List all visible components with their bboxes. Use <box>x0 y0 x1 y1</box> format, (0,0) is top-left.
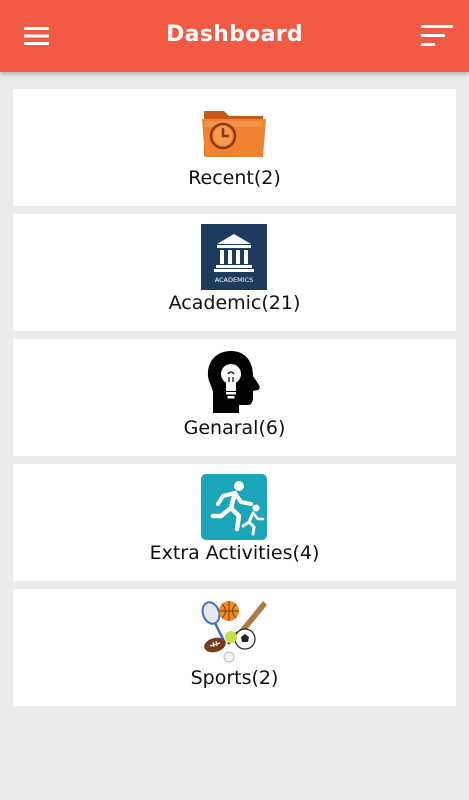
card-label-extra-activities: Extra Activities(4) <box>149 542 320 564</box>
app-bar: Dashboard <box>0 0 469 72</box>
card-extra-activities[interactable]: Extra Activities(4) <box>13 464 456 581</box>
card-sports[interactable]: Sports(2) <box>13 589 456 706</box>
running-figures-icon <box>201 474 267 540</box>
card-recent[interactable]: Recent(2) <box>13 89 456 206</box>
academics-icon-text: ACADEMICS <box>215 276 254 284</box>
sort-lines-icon[interactable] <box>419 24 455 48</box>
page-title: Dashboard <box>166 22 303 47</box>
card-label-academic: Academic(21) <box>168 292 301 314</box>
head-lightbulb-icon <box>207 351 260 413</box>
academics-building-icon: ACADEMICS <box>201 224 267 290</box>
card-label-sports: Sports(2) <box>190 667 279 689</box>
sports-balls-icon <box>201 601 267 663</box>
card-general[interactable]: Genaral(6) <box>13 339 456 456</box>
dashboard-cards: Recent(2) ACADEMICS Academic(21) Genaral… <box>13 89 456 714</box>
card-academic[interactable]: ACADEMICS Academic(21) <box>13 214 456 331</box>
card-label-general: Genaral(6) <box>183 417 286 439</box>
card-label-recent: Recent(2) <box>188 167 281 189</box>
folder-clock-icon <box>202 111 266 157</box>
